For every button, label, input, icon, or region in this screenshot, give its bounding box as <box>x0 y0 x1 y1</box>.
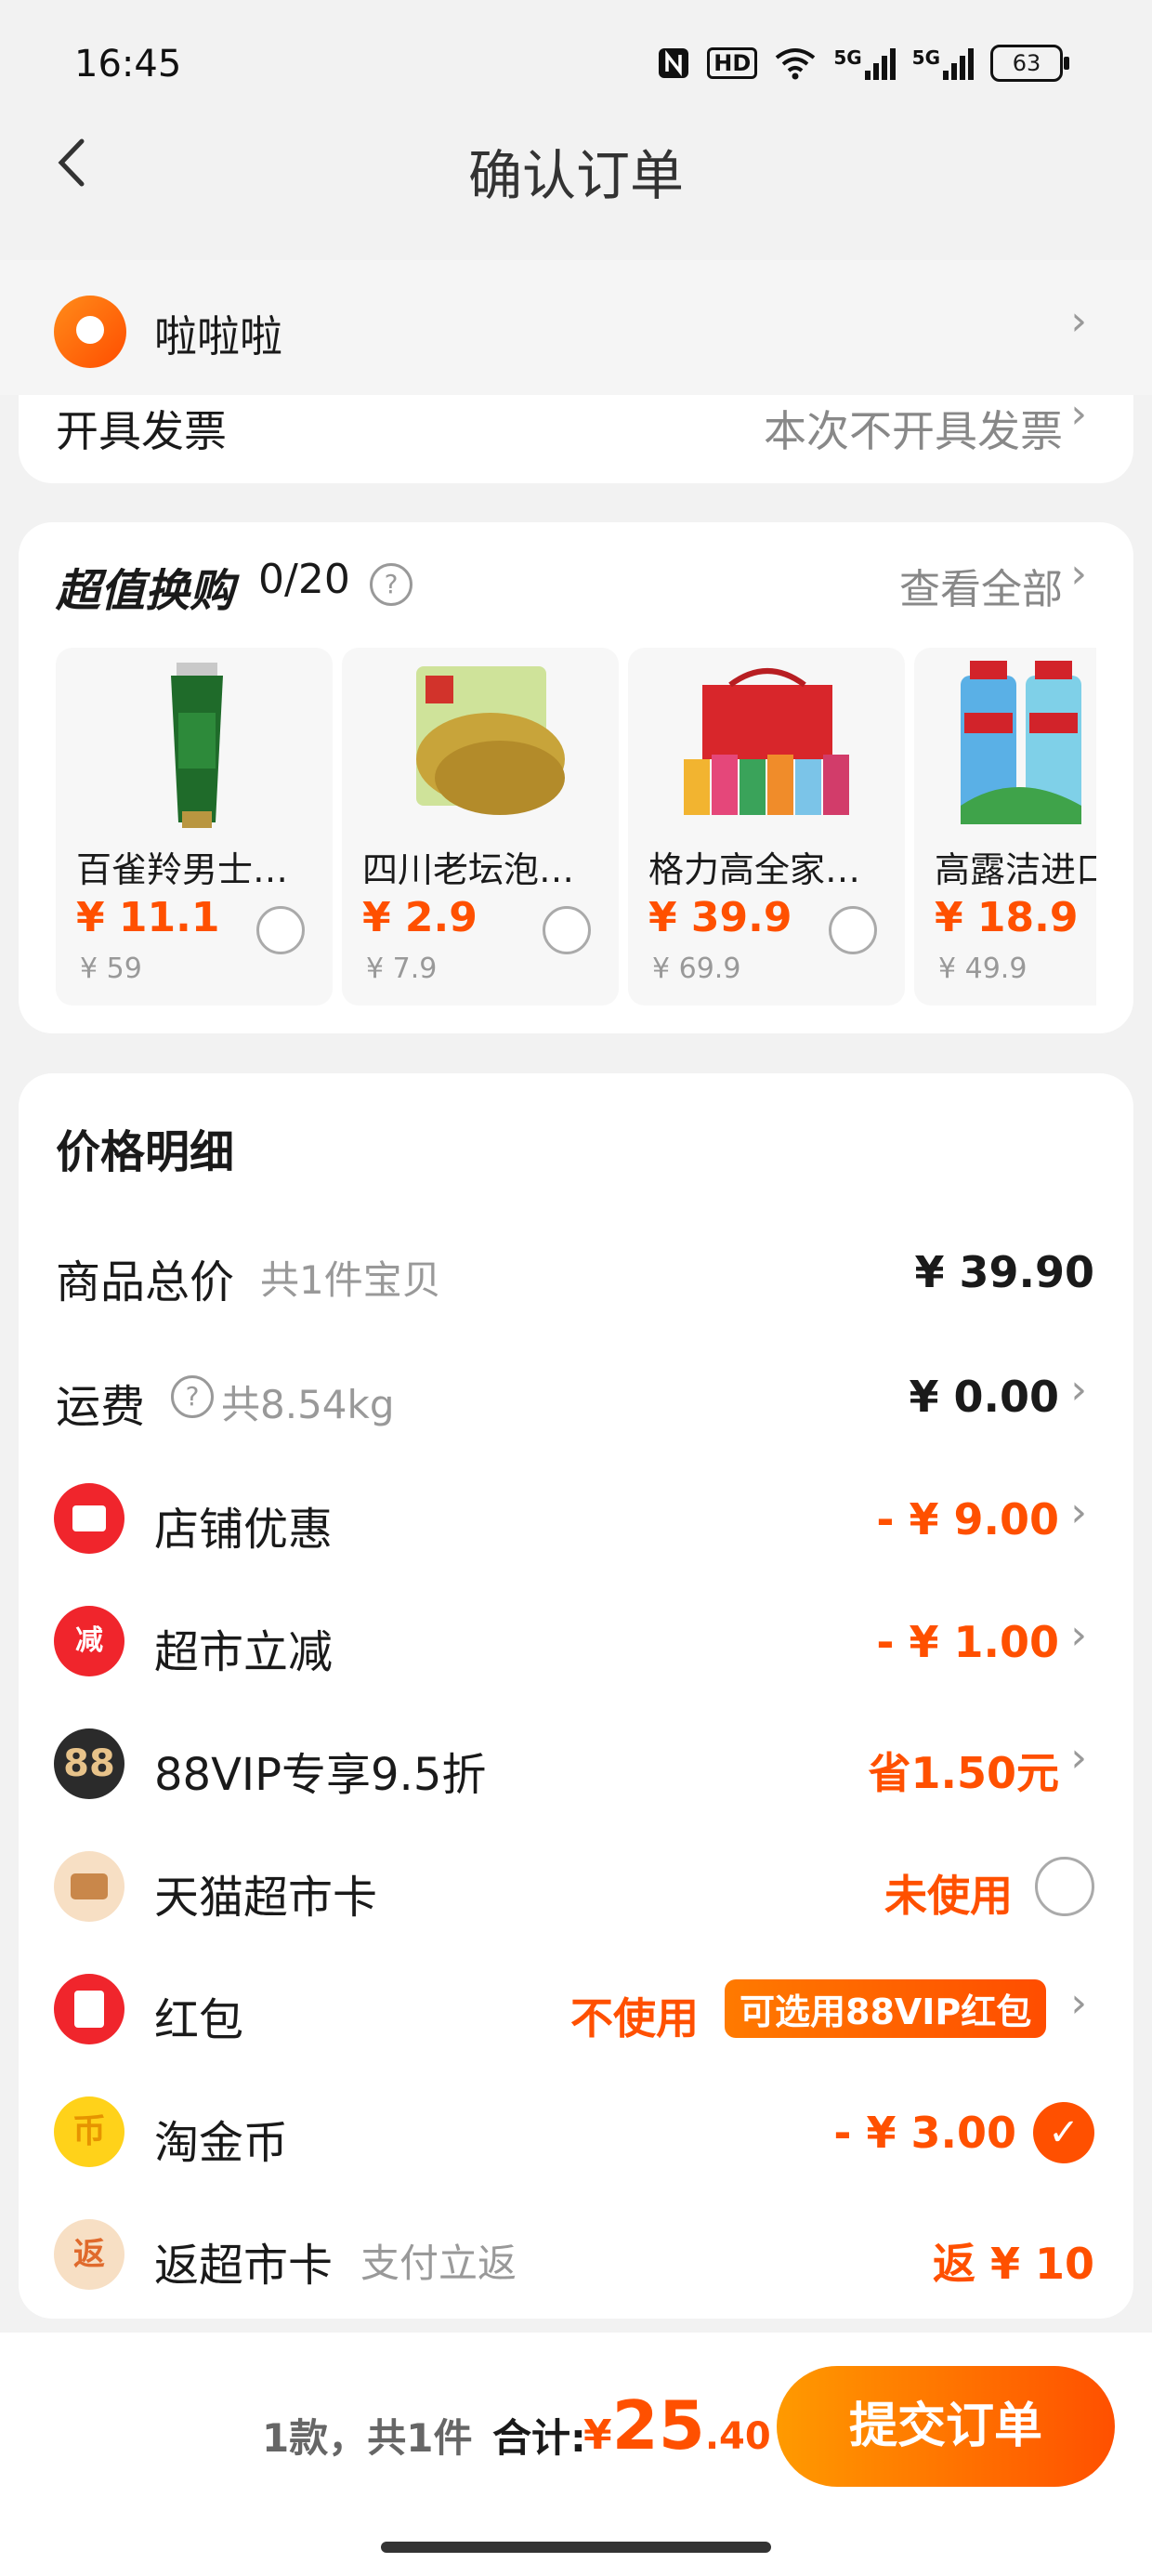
invoice-label: 开具发票 <box>56 406 227 456</box>
shop-discount-value[interactable]: - ¥ 9.00 <box>876 1494 1059 1544</box>
chevron-right-icon: › <box>1070 297 1087 345</box>
coin-icon: 币 <box>54 2096 124 2167</box>
goods-total-sub: 共1件宝贝 <box>260 1257 441 1303</box>
total-amount: ¥25.40 <box>583 2386 771 2464</box>
red-packet-value[interactable]: 不使用 <box>570 1985 699 2046</box>
checkmark-icon[interactable]: ✓ <box>1033 2102 1094 2163</box>
status-icons: HD 5G 5G 63 <box>657 45 1069 82</box>
exchange-count: 0/20 <box>258 556 350 603</box>
goods-total-value: ¥ 39.90 <box>914 1247 1094 1297</box>
product-price: ¥ 39.9 <box>648 894 792 941</box>
product-card[interactable]: 格力高全家福礼盒 ¥ 39.9 ¥ 69.9 <box>628 648 905 1005</box>
coupon-icon <box>54 1483 124 1554</box>
product-original-price: ¥ 69.9 <box>652 953 741 985</box>
product-select-checkbox[interactable] <box>256 906 305 954</box>
product-price: ¥ 18.9 <box>935 894 1079 941</box>
chevron-right-icon: › <box>1070 390 1087 438</box>
chevron-right-icon: › <box>1070 1366 1087 1413</box>
chevron-right-icon: › <box>1070 1979 1087 2027</box>
view-all-link[interactable]: 查看全部 <box>899 556 1063 615</box>
product-original-price: ¥ 49.9 <box>938 953 1028 985</box>
chevron-right-icon: › <box>1070 1734 1087 1781</box>
shop-discount-label: 店铺优惠 <box>154 1504 334 1556</box>
rebate-sub: 支付立返 <box>360 2241 517 2286</box>
market-cut-label: 超市立减 <box>154 1626 334 1678</box>
coin-value: - ¥ 3.00 <box>833 2108 1016 2158</box>
help-icon[interactable]: ? <box>370 563 412 606</box>
rebate-icon: 返 <box>54 2219 124 2290</box>
vip-88-icon: 88 <box>54 1728 124 1799</box>
coin-label: 淘金币 <box>154 2117 289 2169</box>
gift-box-icon <box>684 668 849 815</box>
card-icon <box>54 1851 124 1922</box>
product-name: 高露洁进口漱口水 <box>935 849 1096 890</box>
vip-value[interactable]: 省1.50元 <box>869 1740 1060 1801</box>
status-time: 16:45 <box>74 43 182 85</box>
shipping-weight: 共8.54kg <box>221 1382 395 1427</box>
invoice-value: 本次不开具发票 <box>764 406 1063 456</box>
green-tube-icon <box>171 663 223 828</box>
market-card-toggle[interactable] <box>1035 1857 1094 1916</box>
mouthwash-icon <box>961 661 1081 824</box>
price-detail-title: 价格明细 <box>56 1126 235 1178</box>
address-name: 啦啦啦 <box>154 311 282 361</box>
vip-label: 88VIP专享9.5折 <box>154 1749 487 1801</box>
market-card-label: 天猫超市卡 <box>154 1872 378 1924</box>
vip-red-packet-tag[interactable]: 可选用88VIP红包 <box>725 1979 1047 2038</box>
help-icon[interactable]: ? <box>171 1375 214 1418</box>
product-name: 百雀羚男士洁面乳 <box>76 849 318 890</box>
shipping-value: ¥ 0.00 <box>909 1372 1059 1422</box>
product-card[interactable]: 高露洁进口漱口水 ¥ 18.9 ¥ 49.9 <box>914 648 1096 1005</box>
wifi-icon <box>776 48 816 80</box>
goods-total-label: 商品总价 <box>56 1256 235 1308</box>
product-price: ¥ 2.9 <box>362 894 478 941</box>
total-label: 合计: <box>492 2415 586 2461</box>
exchange-title: 超值换购 <box>56 565 235 617</box>
shipping-label: 运费 <box>56 1381 146 1433</box>
5g-signal-icon: 5G <box>912 46 974 80</box>
5g-signal-icon: 5G <box>833 46 896 80</box>
product-original-price: ¥ 59 <box>80 953 142 985</box>
red-packet-icon <box>54 1974 124 2044</box>
product-name: 格力高全家福礼盒 <box>648 849 890 890</box>
red-packet-label: 红包 <box>154 1994 244 2046</box>
product-price: ¥ 11.1 <box>76 894 220 941</box>
battery-icon: 63 <box>990 45 1069 82</box>
product-card[interactable]: 四川老坛泡酸菜 ¥ 2.9 ¥ 7.9 <box>342 648 619 1005</box>
product-select-checkbox[interactable] <box>543 906 591 954</box>
product-name: 四川老坛泡酸菜 <box>362 849 604 890</box>
total-decimal: .40 <box>704 2415 771 2458</box>
market-cut-value[interactable]: - ¥ 1.00 <box>876 1617 1059 1667</box>
product-select-checkbox[interactable] <box>829 906 877 954</box>
rebate-value: 返 ¥ 10 <box>932 2239 1094 2289</box>
currency-symbol: ¥ <box>583 2412 612 2459</box>
product-original-price: ¥ 7.9 <box>366 953 438 985</box>
chevron-right-icon: › <box>1070 1489 1087 1536</box>
chevron-right-icon: › <box>1070 550 1087 598</box>
home-indicator[interactable] <box>381 2542 771 2553</box>
product-card[interactable]: 百雀羚男士洁面乳 ¥ 11.1 ¥ 59 <box>56 648 333 1005</box>
market-card-value: 未使用 <box>884 1871 1013 1921</box>
total-integer: 25 <box>611 2386 705 2464</box>
item-count: 1款，共1件 <box>262 2415 473 2461</box>
nfc-icon <box>659 48 689 78</box>
discount-icon: 减 <box>54 1606 124 1676</box>
location-pin-icon <box>54 296 126 368</box>
rebate-label: 返超市卡 <box>154 2240 334 2292</box>
page-title: 确认订单 <box>467 144 684 207</box>
chevron-right-icon: › <box>1070 1611 1087 1659</box>
pickled-vegetable-icon <box>416 666 565 815</box>
submit-order-button[interactable]: 提交订单 <box>777 2366 1115 2487</box>
hd-icon: HD <box>707 47 758 79</box>
